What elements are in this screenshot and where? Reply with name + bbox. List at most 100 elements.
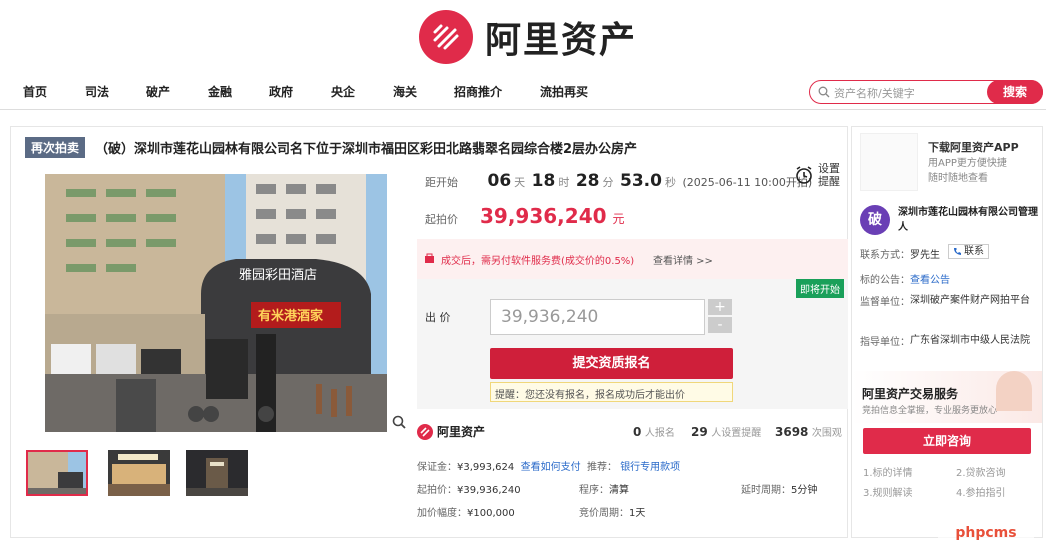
service-desc: 竞拍信息全掌握，专业服务更放心 [862,406,998,416]
consult-button[interactable]: 立即咨询 [863,428,1031,454]
contact-button-label: 联系 [964,246,984,257]
hotel-sign: 雅园彩田酒店 [239,268,317,283]
delay-label: 延时周期： [741,485,791,496]
minutes-unit: 分 [602,176,614,189]
status-ribbon: 即将开始 [796,279,844,298]
reminder-label: 设置 提醒 [818,162,840,188]
stats-bar: 阿里资产 0 人报名 29 人设置提醒 3698 次围观 [417,419,848,449]
nav-item-finance[interactable]: 金融 [208,83,232,100]
detail-start-label: 起拍价： [417,485,457,496]
search-icon [818,86,830,98]
cycle-label: 竞价周期： [579,508,629,519]
fee-notice: 成交后，需另付软件服务费(成交价的0.5%) 查看详情 >> [417,239,848,279]
nav-item-government[interactable]: 政府 [269,83,293,100]
notice-row: 标的公告：查看公告 [860,271,950,286]
stat-registered-label: 人报名 [644,428,675,439]
search-input[interactable]: 资产名称/关键字 [834,85,915,101]
stat-views-count: 3698 [775,425,809,439]
countdown-days: 06 [487,171,512,191]
thumbnail-3[interactable] [186,450,248,496]
status-badge: 再次拍卖 [25,137,86,158]
search-button[interactable]: 搜索 [987,79,1043,104]
watermark: phpcms [938,522,1034,544]
increment-row: 加价幅度：¥100,000 [417,504,515,519]
countdown-seconds: 53.0 [620,171,662,191]
start-price-label: 起拍价 [425,213,458,226]
deposit-link[interactable]: 查看如何支付 [521,462,581,473]
days-unit: 天 [514,176,526,189]
supervisor-label: 监督单位： [860,297,910,308]
supervisor-row: 监督单位： 深圳破产案件财产网拍平台 [860,293,1040,308]
admin-avatar: 破 [860,205,890,235]
reminder-button[interactable]: 设置 提醒 [794,162,840,188]
zoom-icon[interactable] [392,415,406,429]
service-link-3[interactable]: 3.规则解读 [863,484,913,499]
service-link-4[interactable]: 4.参拍指引 [956,484,1006,499]
deposit-label: 保证金： [417,462,457,473]
fee-text: 成交后，需另付软件服务费(成交价的0.5%) [441,256,635,267]
start-price: 起拍价 39,936,240 元 [425,204,625,228]
fee-details-link[interactable]: 查看详情 >> [653,252,713,267]
thumbnail-2[interactable] [108,450,170,496]
recommend-link[interactable]: 银行专用款项 [620,462,680,473]
price-unit: 元 [612,212,625,226]
procedure-row: 程序：清算 [579,481,629,496]
stat-reminders-label: 人设置提醒 [711,428,762,439]
bid-decrease-button[interactable]: - [708,317,732,333]
countdown-hours: 18 [531,171,556,191]
register-tip: 提醒：您还没有报名，报名成功后才能出价 [490,382,733,402]
brand-mini-logo: 阿里资产 [417,423,485,440]
stat-views-label: 次围观 [811,428,842,439]
app-desc: 用APP更方便快捷 随时随地查看 [928,158,1007,184]
contact-name: 罗先生 [910,250,940,261]
service-link-2[interactable]: 2.贷款咨询 [956,464,1006,479]
start-row: 起拍价：¥39,936,240 [417,481,521,496]
nav-item-home[interactable]: 首页 [23,83,47,100]
deposit-row: 保证金：¥3,993,624 查看如何支付 [417,458,581,473]
countdown: 距开始 06 天 18 时 28 分 53.0 秒 (2025-06-11 10:00开… [425,171,812,191]
guide-value: 广东省深圳市中级人民法院 [910,335,1030,346]
brand-name: 阿里资产 [485,20,638,61]
brand-logo[interactable]: 阿里资产 [419,10,637,64]
fee-icon [425,253,434,263]
sidebar: 下载阿里资产APP 用APP更方便快捷 随时随地查看 破 深圳市莲花山园林有限公… [851,126,1043,538]
restaurant-sign: 有米港酒家 [258,308,324,324]
start-price-value: 39,936,240 [480,204,607,228]
nav-item-soe[interactable]: 央企 [331,83,355,100]
app-title[interactable]: 下载阿里资产APP [928,139,1019,155]
supervisor-value: 深圳破产案件财产网拍平台 [910,295,1030,306]
nav-item-relist[interactable]: 流拍再买 [540,83,588,100]
nav-item-judicial[interactable]: 司法 [85,83,109,100]
contact-button[interactable]: 联系 [948,244,989,259]
app-qr-code [860,133,918,191]
deposit-value: ¥3,993,624 [457,462,515,473]
bid-panel: 即将开始 出 价 39,936,240 + - 提交资质报名 提醒：您还没有报名… [417,279,848,409]
stat-views: 3698 次围观 [775,424,842,439]
procedure-label: 程序： [579,485,609,496]
delay-row: 延时周期：5分钟 [741,481,817,496]
contact-label: 联系方式： [860,250,910,261]
admin-name[interactable]: 深圳市莲花山园林有限公司管理人 [898,205,1038,235]
register-button[interactable]: 提交资质报名 [490,348,733,379]
nav-item-bankruptcy[interactable]: 破产 [146,83,170,100]
service-link-1[interactable]: 1.标的详情 [863,464,913,479]
nav-item-investment[interactable]: 招商推介 [454,83,502,100]
notice-link[interactable]: 查看公告 [910,275,950,286]
service-banner[interactable]: 阿里资产交易服务 竞拍信息全掌握，专业服务更放心 [852,371,1042,423]
thumbnail-1[interactable] [26,450,88,496]
search-bar: 资产名称/关键字 搜索 [809,79,1043,104]
header: 阿里资产 [0,0,1046,70]
bid-label: 出 价 [425,311,451,324]
page-title: （破）深圳市莲花山园林有限公司名下位于深圳市福田区彩田北路翡翠名园综合楼2层办公… [95,142,638,157]
recommend-label: 推荐： [587,462,617,473]
guide-row: 指导单位： 广东省深圳市中级人民法院 [860,333,1040,348]
phone-icon [954,248,961,255]
bid-input[interactable]: 39,936,240 [490,299,705,335]
contact-row: 联系方式：罗先生 [860,246,940,261]
procedure-value: 清算 [609,485,629,496]
brand-mark-icon [419,10,473,64]
bid-increase-button[interactable]: + [708,299,732,315]
countdown-label: 距开始 [425,176,458,189]
nav-item-customs[interactable]: 海关 [393,83,417,100]
property-photo[interactable]: 雅园彩田酒店 有米港酒家 [26,174,387,432]
